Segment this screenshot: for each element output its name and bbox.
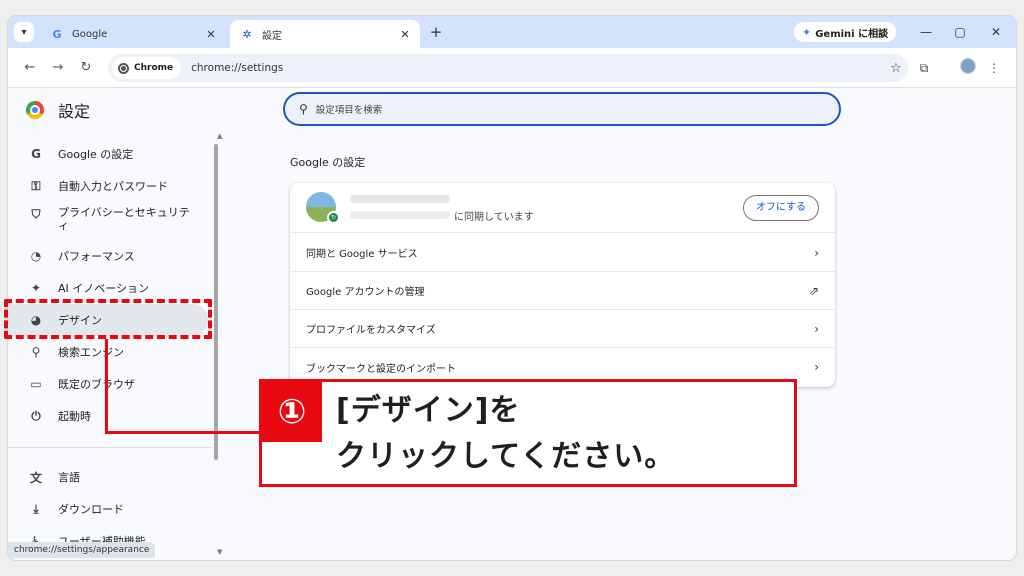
section-title: Google の設定: [290, 156, 366, 169]
sidebar-item-autofill[interactable]: ⚿ 自動入力とパスワード: [8, 170, 208, 202]
scroll-up-arrow-icon[interactable]: ▲: [217, 132, 222, 140]
browser-window-icon: ▭: [30, 377, 42, 391]
sidebar-item-search-engine[interactable]: ⚲ 検索エンジン: [8, 336, 208, 368]
sidebar-item-privacy[interactable]: ⛉ プライバシーとセキュリティ: [8, 202, 208, 240]
sidebar-scrollbar[interactable]: [214, 144, 218, 460]
translate-icon: 文: [29, 470, 42, 485]
sidebar-item-label: ダウンロード: [58, 503, 124, 516]
settings-gear-icon: ✲: [242, 27, 252, 41]
chrome-logo-icon: [26, 101, 44, 119]
blurred-email: [350, 211, 450, 219]
speedometer-icon: ◔: [30, 249, 42, 263]
new-tab-button[interactable]: +: [426, 22, 446, 42]
tab-google[interactable]: G Google ✕: [40, 20, 226, 48]
sidebar-item-label: AI イノベーション: [58, 282, 150, 295]
connector-line: [105, 431, 261, 434]
sync-status-text: に同期しています: [454, 212, 534, 223]
sidebar-item-label: 起動時: [58, 410, 91, 423]
sidebar-item-on-startup[interactable]: ⏻ 起動時: [8, 400, 208, 432]
row-label: ブックマークと設定のインポート: [306, 363, 456, 375]
avatar: ↻: [306, 192, 340, 224]
bookmark-star-icon[interactable]: ☆: [884, 61, 908, 76]
close-window-icon[interactable]: ✕: [986, 22, 1006, 42]
chevron-right-icon: ›: [814, 245, 819, 260]
google-favicon-icon: G: [52, 27, 62, 41]
tab-title: 設定: [262, 30, 282, 42]
instruction-callout: ① [デザイン]を クリックしてください。: [259, 379, 797, 487]
address-bar[interactable]: Chrome chrome://settings ☆: [108, 54, 908, 82]
gemini-label: Gemini に相談: [815, 28, 889, 40]
toolbar: ← → ↻ Chrome chrome://settings ☆ ⧉ ⋮: [8, 48, 1016, 88]
sidebar-item-label: 既定のブラウザ: [58, 378, 135, 391]
sync-badge-icon: ↻: [327, 211, 340, 224]
sidebar-item-label: プライバシーとセキュリティ: [58, 206, 190, 232]
sidebar-item-performance[interactable]: ◔ パフォーマンス: [8, 240, 208, 272]
instruction-line-1: [デザイン]を: [336, 393, 521, 428]
shield-icon: ⛉: [31, 207, 41, 221]
row-label: プロファイルをカスタマイズ: [306, 325, 436, 336]
search-input[interactable]: ⚲ 設定項目を検索: [283, 92, 841, 126]
sidebar-item-downloads[interactable]: ⤓ ダウンロード: [8, 493, 208, 525]
google-settings-card: ↻ に同期しています オフにする 同期と Google サービス › Googl…: [290, 183, 835, 387]
profile-avatar-icon[interactable]: [960, 58, 976, 74]
sidebar-item-languages[interactable]: 文 言語: [8, 461, 208, 493]
sidebar-item-label: Google の設定: [58, 148, 134, 161]
page-title: 設定: [58, 102, 91, 121]
menu-kebab-icon[interactable]: ⋮: [984, 58, 1004, 78]
row-customize-profile[interactable]: プロファイルをカスタマイズ ›: [290, 310, 835, 348]
step-number: ①: [262, 382, 322, 442]
row-label: Google アカウントの管理: [306, 287, 425, 298]
app-header: 設定: [26, 98, 90, 122]
external-link-icon: ⇗: [808, 283, 819, 298]
instruction-line-2: クリックしてください。: [336, 439, 676, 474]
gemini-sparkle-icon: ✦: [802, 25, 812, 39]
tab-search-button[interactable]: ▾: [14, 22, 34, 42]
google-g-icon: G: [31, 147, 41, 161]
search-icon: ⚲: [31, 345, 41, 359]
chevron-right-icon: ›: [814, 360, 819, 374]
profile-row: ↻ に同期しています オフにする: [290, 183, 835, 233]
tab-strip: ▾ G Google ✕ ✲ 設定 ✕ + ✦ Gemini に相談 — ▢ ✕: [8, 16, 1016, 48]
sidebar-item-label: パフォーマンス: [58, 250, 135, 263]
search-placeholder: 設定項目を検索: [315, 105, 383, 116]
extensions-puzzle-icon[interactable]: ⧉: [914, 58, 934, 78]
url-text[interactable]: chrome://settings: [191, 62, 884, 74]
sidebar-item-label: 検索エンジン: [58, 346, 124, 359]
reload-icon[interactable]: ↻: [76, 58, 96, 78]
status-bar-url: chrome://settings/appearance: [8, 542, 156, 558]
close-tab-icon[interactable]: ✕: [396, 28, 414, 41]
scroll-down-arrow-icon[interactable]: ▼: [217, 548, 222, 556]
search-icon: ⚲: [299, 102, 308, 116]
chrome-chip-label: Chrome: [134, 63, 174, 73]
sidebar-item-default-browser[interactable]: ▭ 既定のブラウザ: [8, 368, 208, 400]
connector-line: [105, 339, 108, 434]
chrome-icon: [118, 62, 129, 74]
row-label: 同期と Google サービス: [306, 249, 418, 260]
close-tab-icon[interactable]: ✕: [202, 28, 220, 41]
row-manage-account[interactable]: Google アカウントの管理 ⇗: [290, 272, 835, 310]
blurred-name: [350, 195, 450, 203]
sidebar-divider: [8, 447, 213, 448]
tab-title: Google: [72, 28, 108, 40]
maximize-icon[interactable]: ▢: [950, 22, 970, 42]
highlight-box: [4, 299, 212, 339]
site-info-chip[interactable]: Chrome: [112, 57, 182, 79]
key-icon: ⚿: [31, 178, 41, 193]
tab-settings[interactable]: ✲ 設定 ✕: [230, 20, 420, 48]
sidebar-item-label: 言語: [58, 471, 80, 484]
download-icon: ⤓: [33, 501, 39, 516]
sidebar-item-label: 自動入力とパスワード: [58, 180, 168, 193]
chevron-right-icon: ›: [814, 321, 819, 336]
gemini-button[interactable]: ✦ Gemini に相談: [794, 22, 897, 42]
back-arrow-icon[interactable]: ←: [20, 58, 40, 78]
sparkle-icon: ✦: [30, 281, 42, 295]
instruction-text: [デザイン]を クリックしてください。: [336, 388, 675, 480]
row-sync-services[interactable]: 同期と Google サービス ›: [290, 234, 835, 272]
minimize-icon[interactable]: —: [916, 22, 936, 42]
turn-off-sync-button[interactable]: オフにする: [742, 195, 819, 221]
power-icon: ⏻: [31, 408, 41, 423]
forward-arrow-icon[interactable]: →: [48, 58, 68, 78]
sidebar-item-google-settings[interactable]: G Google の設定: [8, 138, 208, 170]
